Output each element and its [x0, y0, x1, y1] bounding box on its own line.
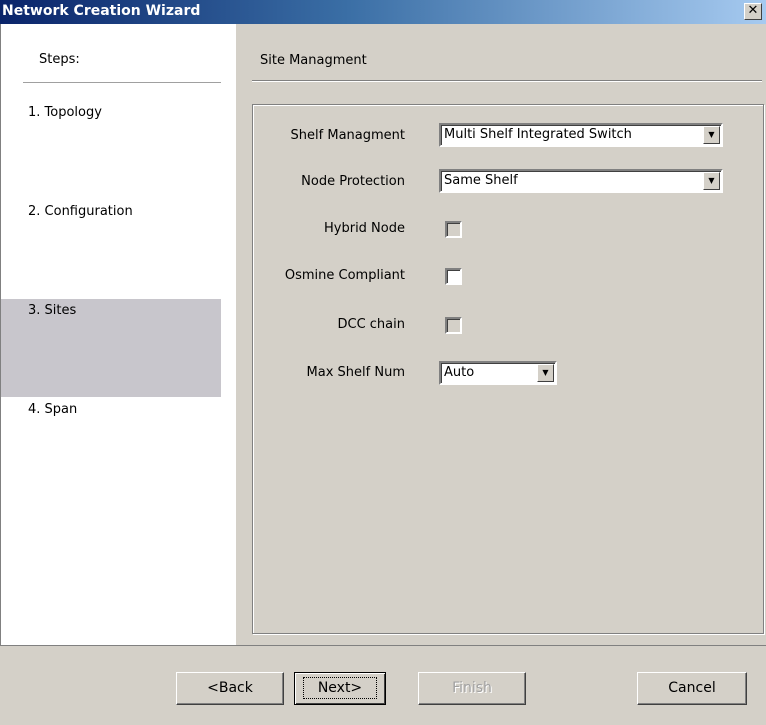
node-protection-label: Node Protection	[301, 174, 405, 189]
step-label: 1. Topology	[28, 105, 102, 120]
chevron-down-icon[interactable]: ▼	[703, 172, 720, 190]
max-shelf-num-select[interactable]: Auto ▼	[439, 361, 557, 385]
shelf-management-value: Multi Shelf Integrated Switch	[444, 127, 632, 142]
node-protection-select[interactable]: Same Shelf ▼	[439, 169, 723, 193]
chevron-down-icon[interactable]: ▼	[537, 364, 554, 382]
back-button-label: <Back	[207, 680, 253, 696]
page-title: Site Managment	[260, 53, 367, 68]
step-configuration: 2. Configuration	[1, 200, 221, 298]
close-button[interactable]: ✕	[744, 3, 762, 20]
content-panel: Site Managment Shelf Managment Multi She…	[236, 24, 766, 645]
step-label: 2. Configuration	[28, 204, 133, 219]
cancel-button-label: Cancel	[668, 680, 716, 696]
next-button-label: Next>	[302, 677, 378, 699]
node-protection-value: Same Shelf	[444, 173, 518, 188]
button-bar: <Back Next> Finish Cancel	[0, 645, 766, 725]
next-button[interactable]: Next>	[294, 672, 386, 705]
dcc-chain-checkbox[interactable]	[445, 317, 462, 334]
shelf-management-select[interactable]: Multi Shelf Integrated Switch ▼	[439, 123, 723, 147]
window-title: Network Creation Wizard	[2, 3, 201, 19]
close-icon: ✕	[747, 3, 759, 18]
chevron-down-icon[interactable]: ▼	[703, 126, 720, 144]
hybrid-node-label: Hybrid Node	[324, 221, 405, 236]
step-topology: 1. Topology	[1, 101, 221, 199]
max-shelf-num-value: Auto	[444, 365, 475, 380]
step-span: 4. Span	[1, 398, 221, 496]
site-management-group: Shelf Managment Multi Shelf Integrated S…	[252, 104, 764, 634]
step-sites: 3. Sites	[1, 299, 221, 397]
osmine-compliant-checkbox[interactable]	[445, 268, 462, 285]
title-divider	[252, 80, 762, 82]
cancel-button[interactable]: Cancel	[637, 672, 747, 705]
title-bar[interactable]: Network Creation Wizard ✕	[0, 0, 766, 24]
osmine-compliant-label: Osmine Compliant	[284, 268, 405, 283]
finish-button[interactable]: Finish	[418, 672, 526, 705]
steps-panel: Steps: 1. Topology 2. Configuration 3. S…	[0, 24, 236, 645]
dcc-chain-label: DCC chain	[337, 317, 405, 332]
finish-button-label: Finish	[452, 680, 492, 696]
max-shelf-num-label: Max Shelf Num	[306, 365, 405, 380]
back-button[interactable]: <Back	[176, 672, 284, 705]
hybrid-node-checkbox[interactable]	[445, 221, 462, 238]
steps-divider	[23, 82, 221, 83]
shelf-management-label: Shelf Managment	[290, 128, 405, 143]
step-label: 3. Sites	[28, 303, 77, 318]
step-label: 4. Span	[28, 402, 78, 417]
steps-header: Steps:	[39, 52, 80, 67]
